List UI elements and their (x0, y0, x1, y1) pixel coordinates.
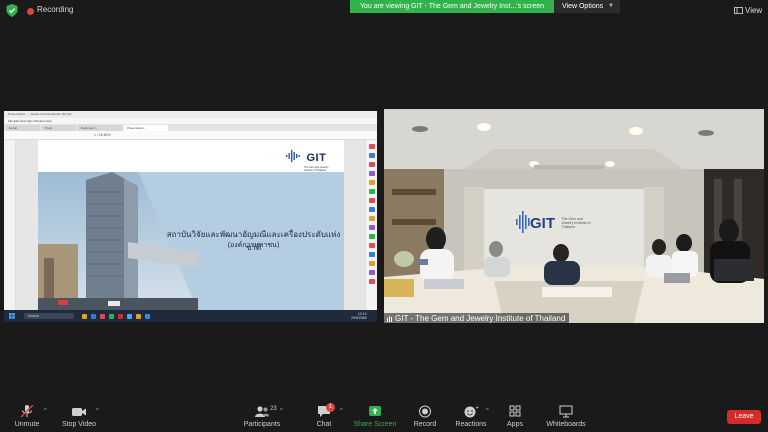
reactions-button[interactable]: + ^ Reactions (452, 398, 490, 432)
participant-name: GIT - The Gem and Jewelry Institute of T… (395, 314, 566, 323)
pdf-toolbar: 1 / 18 82% (4, 131, 377, 140)
apps-label: Apps (507, 421, 523, 428)
video-options-caret[interactable]: ^ (96, 408, 99, 414)
taskbar-app-icon (118, 314, 123, 319)
chat-unread-badge: 1 (326, 403, 335, 412)
view-options-button[interactable]: View Options ▼ (554, 0, 620, 13)
tool-icon (369, 153, 375, 158)
record-icon (419, 405, 431, 418)
apps-icon (509, 405, 521, 417)
tool-icon (369, 234, 375, 239)
record-button[interactable]: Record (410, 398, 440, 432)
recording-dot-icon (27, 8, 34, 15)
tool-icon (369, 180, 375, 185)
share-screen-button[interactable]: Share Screen (352, 398, 398, 432)
tool-icon (369, 207, 375, 212)
chat-options-caret[interactable]: ^ (340, 408, 343, 414)
git-logo-wave-icon (286, 150, 300, 162)
view-button[interactable]: View (734, 6, 762, 15)
whiteboard-icon (559, 405, 573, 418)
wall-git-logo: GIT The Gem and Jewelry Institute of Tha… (530, 215, 595, 233)
pdf-right-toolbar (365, 140, 377, 310)
windows-start-icon (9, 313, 15, 319)
tool-icon (369, 279, 375, 284)
pdf-tab-strip: Home Tools Document ... Presentation... (4, 124, 377, 131)
apps-button[interactable]: Apps (502, 398, 528, 432)
share-screen-label: Share Screen (353, 421, 397, 428)
svg-text:+: + (475, 405, 479, 411)
git-logo-text: GIT (306, 152, 327, 164)
unmute-label: Unmute (14, 421, 40, 428)
reactions-options-caret[interactable]: ^ (486, 408, 489, 414)
taskbar-search: Search (24, 313, 74, 319)
tool-icon (369, 243, 375, 248)
pdf-window-titlebar: Presentation ... - Adobe Acrobat Reader … (4, 111, 377, 118)
tool-icon (369, 198, 375, 203)
participants-label: Participants (243, 421, 281, 428)
top-bar: Recording You are viewing GIT - The Gem … (0, 0, 768, 22)
whiteboards-label: Whiteboards (546, 421, 586, 428)
screen-share-banner: You are viewing GIT - The Gem and Jewelr… (350, 0, 554, 13)
git-logo: GIT The Gem and Jewelry Institute of Tha… (286, 148, 334, 172)
share-screen-icon (369, 406, 381, 416)
unmute-button[interactable]: ^ Unmute (8, 398, 47, 432)
taskbar-app-icon (100, 314, 105, 319)
video-camera-icon (72, 408, 86, 416)
wall-logo-text: GIT (530, 215, 555, 232)
mic-muted-icon (20, 405, 34, 418)
taskbar-clock: 10:14 29/9/2566 (351, 312, 367, 320)
git-logo-subtitle: The Gem and Jewelry Institute of Thailan… (304, 166, 329, 172)
participant-video[interactable]: GIT The Gem and Jewelry Institute of Tha… (384, 109, 764, 323)
participant-name-tag: GIT - The Gem and Jewelry Institute of T… (384, 313, 570, 324)
participants-icon (255, 406, 269, 417)
chat-button[interactable]: 1 ^ Chat (310, 398, 343, 432)
taskbar-app-icon (82, 314, 87, 319)
tool-icon (369, 162, 375, 167)
taskbar-app-icon (145, 314, 150, 319)
audio-level-icon (387, 316, 392, 323)
taskbar-app-icon (136, 314, 141, 319)
windows-taskbar: Search 10:14 29/9/2566 (4, 310, 377, 322)
recording-label[interactable]: Recording (37, 5, 73, 14)
taskbar-app-icon (127, 314, 132, 319)
tool-icon (369, 171, 375, 176)
chat-label: Chat (316, 421, 332, 428)
reactions-smiley-icon: + (464, 405, 479, 418)
whiteboards-button[interactable]: Whiteboards (544, 398, 588, 432)
tool-icon (369, 144, 375, 149)
participants-button[interactable]: 23 ^ Participants (240, 398, 284, 432)
shared-screen[interactable]: Presentation ... - Adobe Acrobat Reader … (4, 111, 377, 322)
wall-logo-subtitle: The Gem and Jewelry Institute of Thailan… (561, 217, 591, 229)
presentation-slide: GIT The Gem and Jewelry Institute of Tha… (38, 140, 344, 310)
tool-icon (369, 252, 375, 257)
tool-icon (369, 261, 375, 266)
reactions-label: Reactions (455, 421, 487, 428)
meeting-toolbar: ^ Unmute ^ Stop Video 23 ^ Participants … (0, 398, 768, 432)
chevron-down-icon: ▼ (608, 3, 614, 9)
participants-options-caret[interactable]: ^ (280, 408, 283, 414)
taskbar-app-icon (109, 314, 114, 319)
record-label: Record (413, 421, 437, 428)
stop-video-button[interactable]: ^ Stop Video (58, 398, 100, 432)
participants-count: 23 (270, 406, 277, 412)
slide-subtitle: (องค์การมหาชน) (227, 242, 280, 249)
unmute-options-caret[interactable]: ^ (44, 408, 47, 414)
stop-video-label: Stop Video (61, 421, 97, 428)
leave-button[interactable]: Leave (727, 410, 761, 424)
view-label: View (745, 6, 763, 15)
taskbar-app-icon (91, 314, 96, 319)
clock-date: 29/9/2566 (351, 316, 367, 320)
pdf-left-toolbar (4, 140, 16, 310)
tool-icon (369, 216, 375, 221)
pdf-page-indicator: 1 / 18 82% (94, 133, 111, 137)
view-options-label: View Options (562, 3, 604, 10)
tool-icon (369, 270, 375, 275)
tool-icon (369, 189, 375, 194)
security-shield-icon[interactable] (6, 4, 18, 17)
tool-icon (369, 225, 375, 230)
view-grid-icon (734, 7, 743, 14)
